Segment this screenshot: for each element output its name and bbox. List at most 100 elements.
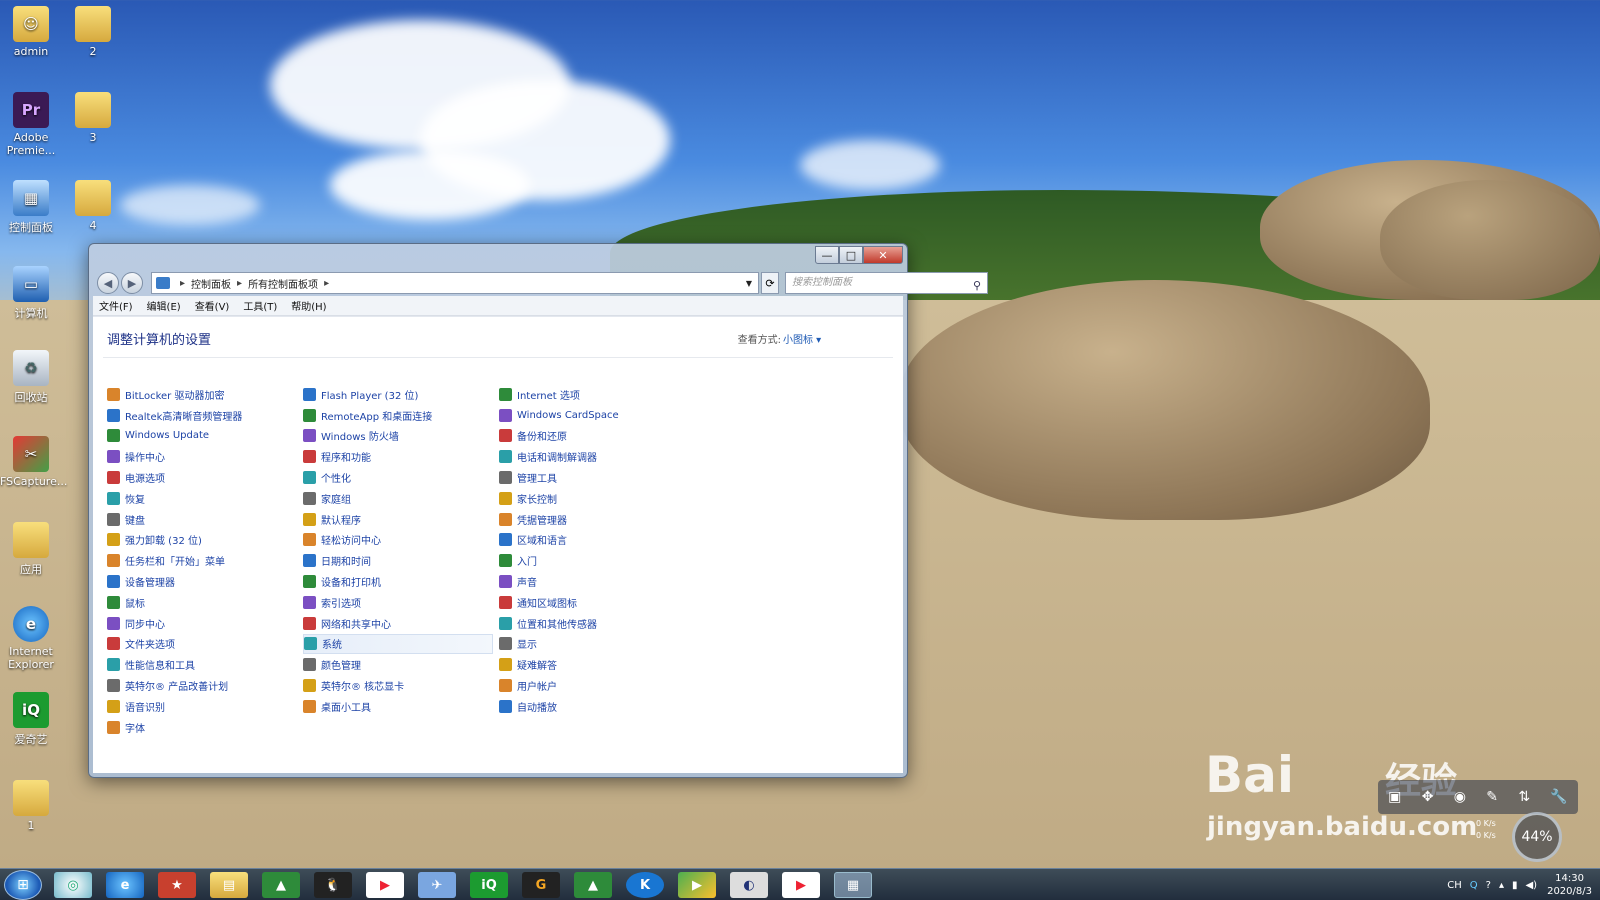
address-bar[interactable]: ▸ 控制面板 ▸ 所有控制面板项 ▸ ▼ (151, 272, 759, 294)
forward-button[interactable]: ▶ (121, 272, 143, 294)
help-tray-icon[interactable]: ? (1486, 880, 1491, 891)
taskbar-ie[interactable]: e (106, 872, 144, 898)
cp-item[interactable]: Windows Update (107, 426, 242, 447)
cp-item[interactable]: 桌面小工具 (303, 696, 493, 717)
cp-item[interactable]: 英特尔® 产品改善计划 (107, 675, 242, 696)
desktop-icon-admin[interactable]: ☺ admin (0, 6, 62, 58)
desktop-icon-folder-1[interactable]: 1 (0, 780, 62, 832)
show-hidden-icon[interactable]: ▴ (1499, 880, 1504, 891)
desktop-icon-ie[interactable]: e Internet Explorer (0, 606, 62, 671)
taskbar-green-app-2[interactable]: ▲ (574, 872, 612, 898)
desktop-icon-computer[interactable]: ▭ 计算机 (0, 266, 62, 321)
cp-item[interactable]: RemoteApp 和桌面连接 (303, 405, 493, 426)
cp-item[interactable]: 性能信息和工具 (107, 654, 242, 675)
cp-item[interactable]: 设备管理器 (107, 571, 242, 592)
cp-item[interactable]: 电话和调制解调器 (499, 446, 619, 467)
cp-item[interactable]: 家庭组 (303, 488, 493, 509)
menu-tools[interactable]: 工具(T) (243, 298, 277, 313)
cp-item[interactable]: Windows CardSpace (499, 405, 619, 426)
breadcrumb-control-panel[interactable]: 控制面板 (191, 276, 231, 291)
taskbar-kugou[interactable]: K (626, 872, 664, 898)
language-indicator[interactable]: CH (1447, 880, 1462, 891)
volume-icon[interactable]: ◀) (1525, 880, 1537, 891)
desktop-icon-iqiyi[interactable]: iQ 爱奇艺 (0, 692, 62, 747)
toolbar-gadget[interactable]: ▣ ✥ ◉ ✎ ⇅ 🔧 (1378, 780, 1578, 814)
cp-item[interactable]: 英特尔® 核芯显卡 (303, 675, 493, 696)
cp-item[interactable]: 任务栏和「开始」菜单 (107, 550, 242, 571)
cp-item[interactable]: 程序和功能 (303, 446, 493, 467)
cp-item[interactable]: 操作中心 (107, 446, 242, 467)
taskbar-control-panel[interactable]: ▦ (834, 872, 872, 898)
taskbar-youku[interactable]: ▶ (366, 872, 404, 898)
cp-item[interactable]: 轻松访问中心 (303, 530, 493, 551)
cp-item[interactable]: 键盘 (107, 509, 242, 530)
view-by-dropdown[interactable]: 小图标 ▾ (783, 331, 843, 346)
back-button[interactable]: ◀ (97, 272, 119, 294)
cp-item[interactable]: 管理工具 (499, 467, 619, 488)
wrench-icon[interactable]: 🔧 (1550, 789, 1567, 805)
network-icon[interactable]: ▮ (1512, 880, 1518, 891)
cp-item[interactable]: 语音识别 (107, 696, 242, 717)
split-icon[interactable]: ⇅ (1518, 789, 1530, 805)
cp-item[interactable]: 用户帐户 (499, 675, 619, 696)
edit-icon[interactable]: ✎ (1486, 789, 1498, 805)
cp-item[interactable]: BitLocker 驱动器加密 (107, 384, 242, 405)
cp-item[interactable]: 区域和语言 (499, 530, 619, 551)
cp-item[interactable]: 颜色管理 (303, 654, 493, 675)
cp-item[interactable]: 位置和其他传感器 (499, 613, 619, 634)
menu-edit[interactable]: 编辑(E) (147, 298, 181, 313)
taskbar-explorer[interactable]: ▤ (210, 872, 248, 898)
close-button[interactable]: ✕ (863, 246, 903, 264)
cp-item[interactable]: 设备和打印机 (303, 571, 493, 592)
cp-item[interactable]: Windows 防火墙 (303, 426, 493, 447)
control-panel-window[interactable]: — □ ✕ ◀ ▶ ▸ 控制面板 ▸ 所有控制面板项 ▸ ▼ ⟳ 搜索控制面板 … (88, 243, 988, 778)
cp-item[interactable]: 系统 (303, 633, 493, 655)
desktop-icon-folder-2[interactable]: 2 (62, 6, 124, 58)
browser-360-icon[interactable]: ◎ (67, 878, 78, 893)
cp-item[interactable]: 自动播放 (499, 696, 619, 717)
cp-item[interactable]: 疑难解答 (499, 654, 619, 675)
move-icon[interactable]: ✥ (1422, 789, 1434, 805)
desktop-icon-folder-3[interactable]: 3 (62, 92, 124, 144)
cp-item[interactable]: 恢复 (107, 488, 242, 509)
taskbar-qq[interactable]: 🐧 (314, 872, 352, 898)
cp-item[interactable]: 网络和共享中心 (303, 613, 493, 634)
taskbar-player[interactable]: ▶ (678, 872, 716, 898)
cp-item[interactable]: 入门 (499, 550, 619, 571)
taskbar-iqiyi[interactable]: iQ (470, 872, 508, 898)
usage-meter[interactable]: 44% (1512, 812, 1562, 862)
cp-item[interactable]: Realtek高清晰音频管理器 (107, 405, 242, 426)
cp-item[interactable]: 索引选项 (303, 592, 493, 613)
menu-help[interactable]: 帮助(H) (291, 298, 326, 313)
menu-file[interactable]: 文件(F) (99, 298, 133, 313)
start-button[interactable]: ⊞ (4, 870, 42, 900)
search-input[interactable]: 搜索控制面板 ⚲ (785, 272, 988, 294)
taskbar-feige[interactable]: ✈ (418, 872, 456, 898)
clock[interactable]: 14:30 2020/8/3 (1547, 872, 1592, 898)
cp-item[interactable]: 字体 (107, 717, 242, 738)
taskbar-green-app[interactable]: ▲ (262, 872, 300, 898)
cp-item[interactable]: 电源选项 (107, 467, 242, 488)
desktop-icon-apps[interactable]: 应用 (0, 522, 62, 577)
cp-item[interactable]: 凭据管理器 (499, 509, 619, 530)
cp-item[interactable]: 个性化 (303, 467, 493, 488)
cp-item[interactable]: 声音 (499, 571, 619, 592)
menu-view[interactable]: 查看(V) (195, 298, 230, 313)
desktop-icon-premiere[interactable]: Pr Adobe Premie... (0, 92, 62, 157)
cp-item[interactable]: 显示 (499, 634, 619, 655)
taskbar-g-app[interactable]: G (522, 872, 560, 898)
maximize-button[interactable]: □ (839, 246, 863, 264)
taskbar-youku-2[interactable]: ▶ (782, 872, 820, 898)
refresh-button[interactable]: ⟳ (761, 272, 779, 294)
minimize-button[interactable]: — (815, 246, 839, 264)
search-icon[interactable]: ⚲ (973, 276, 981, 296)
cp-item[interactable]: 鼠标 (107, 592, 242, 613)
cp-item[interactable]: 家长控制 (499, 488, 619, 509)
desktop-icon-fscapture[interactable]: ✂ FSCapture... (0, 436, 67, 488)
taskbar-red-app[interactable]: ★ (158, 872, 196, 898)
cp-item[interactable]: 强力卸载 (32 位) (107, 530, 242, 551)
cp-item[interactable]: Flash Player (32 位) (303, 384, 493, 405)
cp-item[interactable]: 备份和还原 (499, 426, 619, 447)
cp-item[interactable]: 日期和时间 (303, 550, 493, 571)
desktop-icon-recycle-bin[interactable]: ♻ 回收站 (0, 350, 62, 405)
